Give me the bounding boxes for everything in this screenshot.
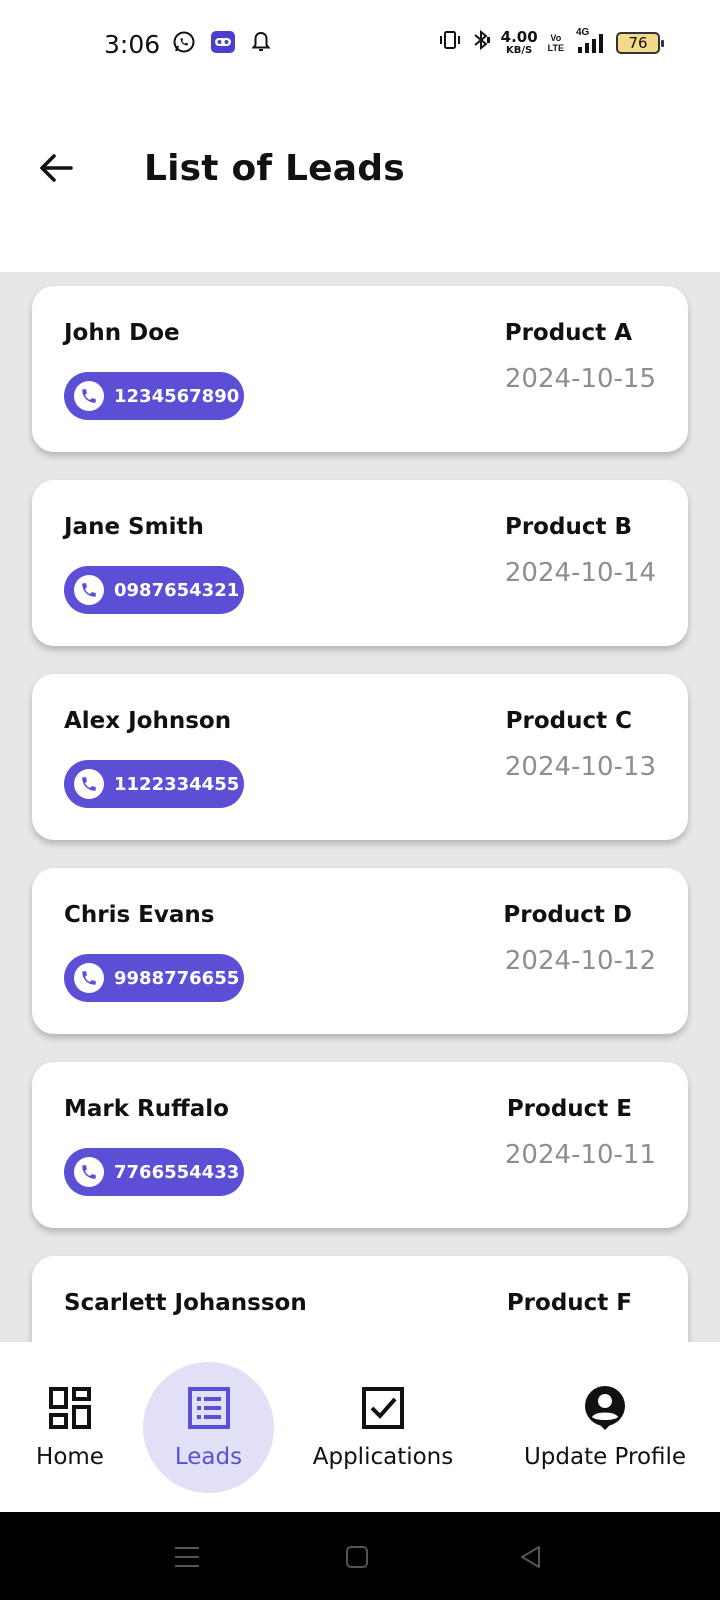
lead-name: Jane Smith [64,514,204,540]
lead-date: 2024-10-13 [504,752,656,782]
whatsapp-icon [172,30,196,59]
volte-top: Vo [550,32,562,43]
battery-indicator: 76 [616,31,664,54]
phone-chip[interactable]: 0987654321 [64,566,244,614]
nav-item-leads[interactable]: Leads [143,1342,274,1512]
volte-indicator: Vo LTE [548,33,564,53]
lead-date: 2024-10-11 [504,1140,656,1170]
dashboard-icon [48,1382,92,1434]
notification-icons [172,30,272,59]
lead-card[interactable]: Jane Smith 0987654321 Product B 2024-10-… [32,480,688,646]
lead-product: Product F [506,1290,632,1316]
triangle-back-icon [521,1546,540,1568]
battery-level: 76 [628,33,648,52]
nav-item-home[interactable]: Home [20,1342,120,1512]
page-title: List of Leads [144,148,405,189]
nav-item-update-profile[interactable]: Update Profile [510,1342,700,1512]
status-time: 3:06 [104,30,161,59]
phone-number: 1122334455 [114,773,240,795]
arrow-left-icon [40,154,73,182]
lead-product: Product D [503,902,632,928]
phone-number: 9988776655 [114,967,240,989]
home-button[interactable] [342,1542,372,1572]
status-bar: 3:06 4.00 KB/S Vo LTE 4G 76 [0,0,720,90]
system-navigation-bar [0,1512,720,1600]
lead-name: Mark Ruffalo [64,1096,229,1122]
lead-product: Product E [506,1096,632,1122]
network-type: 4G [576,26,590,38]
phone-number: 7766554433 [114,1161,240,1183]
phone-icon [74,575,104,605]
account-icon [582,1382,628,1434]
phone-chip[interactable]: 9988776655 [64,954,244,1002]
phone-number: 0987654321 [114,579,240,601]
lead-date: 2024-10-14 [504,558,656,588]
phone-icon [74,769,104,799]
lead-card[interactable]: Alex Johnson 1122334455 Product C 2024-1… [32,674,688,840]
phone-icon [74,381,104,411]
lead-card[interactable]: Scarlett Johansson Product F [32,1256,688,1342]
app-notification-icon [210,30,236,59]
bluetooth-icon [471,28,491,57]
phone-chip[interactable]: 1122334455 [64,760,244,808]
vibrate-icon [439,29,461,56]
lead-date: 2024-10-15 [504,364,656,394]
checkbox-icon [361,1382,405,1434]
lead-card[interactable]: Chris Evans 9988776655 Product D 2024-10… [32,868,688,1034]
signal-icon: 4G [574,27,606,55]
lead-product: Product B [504,514,632,540]
lead-card[interactable]: Mark Ruffalo 7766554433 Product E 2024-1… [32,1062,688,1228]
leads-list[interactable]: John Doe 1234567890 Product A 2024-10-15… [0,272,720,1342]
lead-product: Product A [504,320,632,346]
lead-name: John Doe [64,320,180,346]
menu-icon [175,1547,199,1567]
back-nav-button[interactable] [516,1542,546,1572]
phone-number: 1234567890 [114,385,240,407]
system-status-icons: 4.00 KB/S Vo LTE 4G 76 [439,27,664,57]
phone-chip[interactable]: 7766554433 [64,1148,244,1196]
bell-icon [250,30,272,59]
list-icon [187,1382,231,1434]
phone-chip[interactable]: 1234567890 [64,372,244,420]
lead-date: 2024-10-12 [504,946,656,976]
square-icon [346,1546,368,1568]
bottom-navigation: Home Leads Applications Update Profile [0,1342,720,1512]
lead-product: Product C [505,708,632,734]
lead-card[interactable]: John Doe 1234567890 Product A 2024-10-15 [32,286,688,452]
recents-button[interactable] [172,1542,202,1572]
app-bar: List of Leads [0,90,720,272]
phone-icon [74,1157,104,1187]
phone-icon [74,963,104,993]
lead-name: Chris Evans [64,902,215,928]
nav-item-applications[interactable]: Applications [300,1342,466,1512]
network-speed-unit: KB/S [506,44,533,56]
back-button[interactable] [34,146,78,190]
nav-label-home: Home [36,1444,104,1470]
volte-bottom: LTE [547,42,564,53]
lead-name: Alex Johnson [64,708,232,734]
nav-label-applications: Applications [312,1444,454,1470]
nav-label-update-profile: Update Profile [523,1444,687,1470]
lead-name: Scarlett Johansson [64,1290,307,1316]
network-speed-value: 4.00 [500,27,538,46]
network-speed: 4.00 KB/S [500,27,538,56]
nav-label-leads: Leads [174,1444,243,1470]
